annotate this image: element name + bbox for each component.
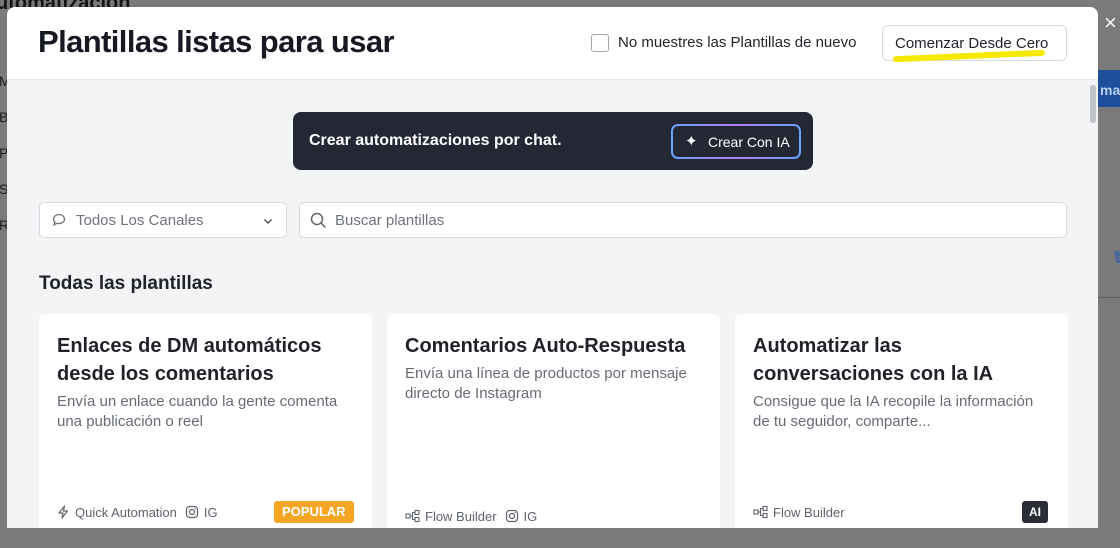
- start-from-scratch-label: Comenzar Desde Cero: [895, 35, 1049, 52]
- channel-select[interactable]: Todos Los Canales: [39, 202, 287, 238]
- template-card[interactable]: Enlaces de DM automáticos desde los come…: [39, 314, 372, 528]
- flow-icon: [753, 505, 768, 519]
- background-link-icon: 🗑: [1112, 250, 1120, 264]
- channel-label: IG: [523, 508, 538, 524]
- scrollbar-thumb[interactable]: [1090, 85, 1096, 123]
- builder-label: Flow Builder: [773, 504, 845, 520]
- template-card-title: Enlaces de DM automáticos desde los come…: [57, 335, 322, 385]
- search-input[interactable]: [335, 204, 1055, 236]
- background-divider: [1098, 297, 1120, 298]
- create-with-ai-label: Crear Con IA: [708, 134, 790, 150]
- popular-badge: POPULAR: [274, 501, 354, 523]
- templates-modal: Plantillas listas para usar No muestres …: [7, 7, 1098, 528]
- template-card-footer: Flow Builder: [753, 502, 845, 522]
- chevron-down-icon: [264, 219, 272, 224]
- template-card-footer: Flow Builder IG: [405, 506, 537, 526]
- search-icon: [310, 212, 327, 229]
- instagram-icon: [185, 505, 198, 519]
- ai-banner-text: Crear automatizaciones por chat.: [309, 132, 562, 149]
- section-title: Todas las plantillas: [39, 273, 213, 294]
- template-card-description: Consigue que la IA recopile la informaci…: [753, 393, 1034, 430]
- builder-label: Quick Automation: [75, 504, 177, 520]
- flow-icon: [405, 509, 420, 523]
- sparkle-icon: ✦: [685, 133, 698, 150]
- template-card-title: Comentarios Auto-Respuesta: [405, 335, 686, 357]
- background-primary-button: ma: [1098, 70, 1120, 107]
- chat-bubble-icon: [52, 213, 66, 227]
- lightning-icon: [58, 505, 69, 519]
- template-card-footer: Quick Automation IG: [57, 502, 218, 522]
- channel-label: IG: [203, 504, 218, 520]
- ai-chat-banner: Crear automatizaciones por chat. ✦ Crear…: [293, 112, 813, 170]
- instagram-icon: [505, 509, 518, 523]
- template-card[interactable]: Automatizar las conversaciones con la IA…: [735, 314, 1068, 528]
- modal-title: Plantillas listas para usar: [38, 24, 395, 59]
- template-card-description: Envía una línea de productos por mensaje…: [405, 365, 687, 402]
- template-card-title: Automatizar las conversaciones con la IA: [753, 335, 994, 385]
- channel-select-value: Todos Los Canales: [76, 212, 204, 229]
- template-card-description: Envía un enlace cuando la gente comenta …: [57, 393, 338, 430]
- template-card[interactable]: Comentarios Auto-Respuesta Envía una lín…: [387, 314, 720, 528]
- start-from-scratch-button[interactable]: Comenzar Desde Cero: [882, 25, 1067, 63]
- hide-templates-label[interactable]: No muestres las Plantillas de nuevo: [618, 34, 856, 51]
- hide-templates-checkbox[interactable]: [591, 34, 609, 52]
- create-with-ai-button[interactable]: ✦ Crear Con IA: [671, 124, 801, 159]
- ai-badge: AI: [1022, 501, 1048, 523]
- builder-label: Flow Builder: [425, 508, 497, 524]
- modal-header: Plantillas listas para usar No muestres …: [7, 7, 1098, 80]
- search-box[interactable]: [299, 202, 1067, 238]
- close-icon[interactable]: ×: [1104, 12, 1117, 34]
- modal-scrollbar[interactable]: [1089, 80, 1098, 528]
